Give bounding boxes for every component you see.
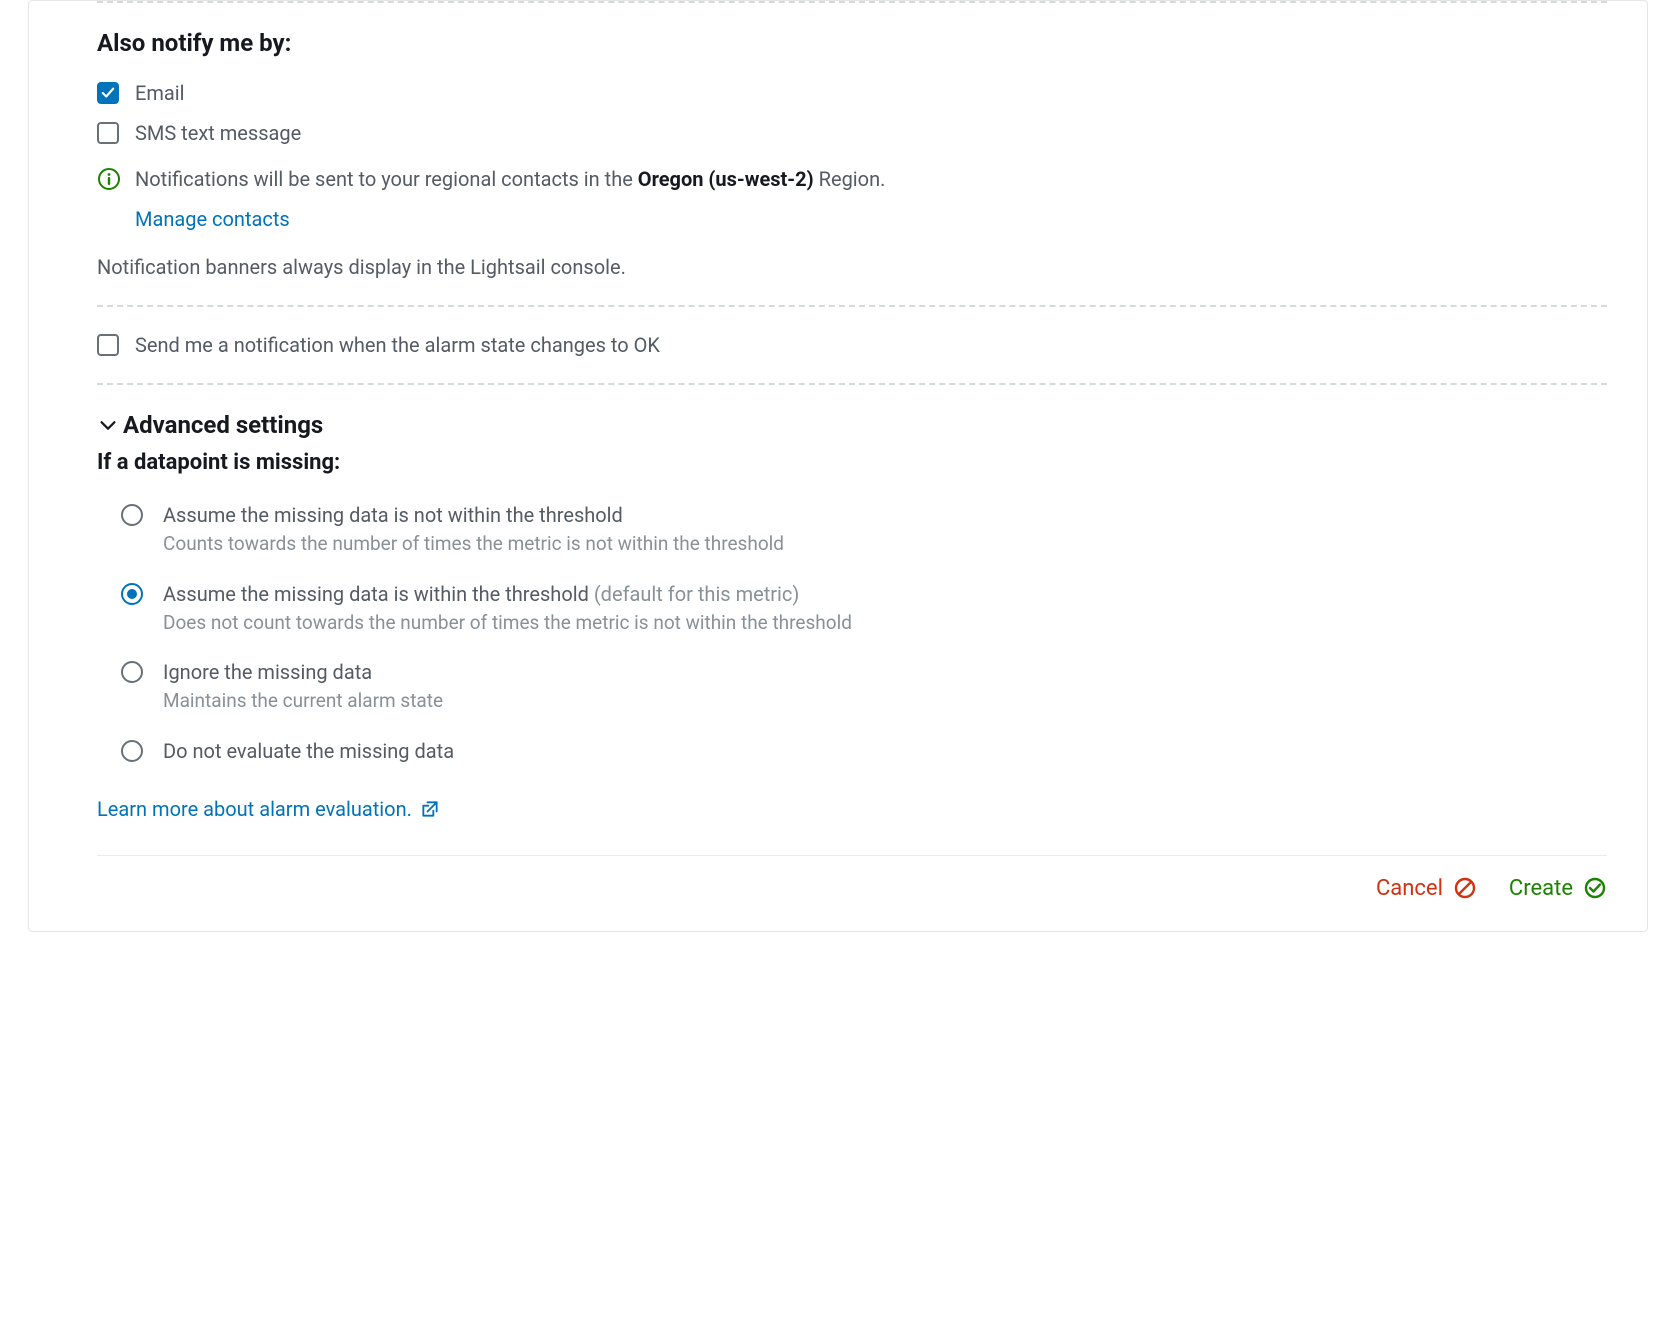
radio-label: Assume the missing data is not within th… [163, 501, 784, 529]
check-icon [101, 86, 115, 100]
cancel-label: Cancel [1376, 876, 1443, 901]
manage-contacts-link[interactable]: Manage contacts [135, 205, 290, 233]
create-label: Create [1509, 876, 1573, 901]
radio-within[interactable] [121, 583, 143, 605]
radio-label-text: Do not evaluate the missing data [163, 739, 454, 763]
confirm-icon [1583, 876, 1607, 900]
region-info-row: Notifications will be sent to your regio… [97, 165, 1607, 193]
radio-label: Do not evaluate the missing data [163, 737, 454, 765]
divider [97, 383, 1607, 385]
sms-checkbox-row: SMS text message [97, 119, 1607, 147]
radio-row-ignore: Ignore the missing data Maintains the cu… [121, 658, 1607, 715]
create-button[interactable]: Create [1509, 876, 1607, 901]
action-bar: Cancel Create [97, 855, 1607, 901]
info-prefix: Notifications will be sent to your regio… [135, 167, 638, 191]
radio-noeval[interactable] [121, 740, 143, 762]
radio-row-noeval: Do not evaluate the missing data [121, 737, 1607, 765]
ok-notify-checkbox[interactable] [97, 334, 119, 356]
email-checkbox[interactable] [97, 82, 119, 104]
radio-desc: Maintains the current alarm state [163, 688, 443, 715]
radio-label: Ignore the missing data [163, 658, 443, 686]
email-checkbox-row: Email [97, 79, 1607, 107]
radio-label-text: Ignore the missing data [163, 660, 372, 684]
radio-row-within: Assume the missing data is within the th… [121, 580, 1607, 637]
info-region: Oregon (us-west-2) [638, 167, 814, 191]
missing-data-heading: If a datapoint is missing: [97, 448, 1607, 479]
learn-more-link[interactable]: Learn more about alarm evaluation. [97, 795, 440, 823]
ok-notify-row: Send me a notification when the alarm st… [97, 307, 1607, 383]
chevron-down-icon [97, 414, 119, 436]
learn-link-text: Learn more about alarm evaluation. [97, 795, 412, 823]
notify-heading: Also notify me by: [97, 27, 1607, 61]
region-info-text: Notifications will be sent to your regio… [135, 165, 885, 193]
info-suffix: Region. [814, 167, 886, 191]
radio-ignore[interactable] [121, 661, 143, 683]
radio-label-text: Assume the missing data is within the th… [163, 582, 589, 606]
radio-not-within[interactable] [121, 504, 143, 526]
radio-desc: Does not count towards the number of tim… [163, 610, 852, 637]
advanced-settings-toggle[interactable]: Advanced settings [97, 409, 1607, 443]
banner-note: Notification banners always display in t… [97, 253, 1607, 281]
external-link-icon [420, 799, 440, 819]
radio-default-note: (default for this metric) [589, 582, 799, 606]
info-icon [97, 167, 121, 191]
ok-notify-label: Send me a notification when the alarm st… [135, 331, 660, 359]
alarm-settings-card: Also notify me by: Email SMS text messag… [28, 0, 1648, 932]
radio-label: Assume the missing data is within the th… [163, 580, 852, 608]
missing-data-radio-group: Assume the missing data is not within th… [97, 501, 1607, 765]
cancel-icon [1453, 876, 1477, 900]
advanced-title: Advanced settings [123, 409, 323, 443]
sms-checkbox[interactable] [97, 122, 119, 144]
radio-row-not-within: Assume the missing data is not within th… [121, 501, 1607, 558]
radio-desc: Counts towards the number of times the m… [163, 531, 784, 558]
email-label: Email [135, 79, 185, 107]
radio-label-text: Assume the missing data is not within th… [163, 503, 623, 527]
cancel-button[interactable]: Cancel [1376, 876, 1477, 901]
divider [97, 1, 1607, 3]
sms-label: SMS text message [135, 119, 301, 147]
